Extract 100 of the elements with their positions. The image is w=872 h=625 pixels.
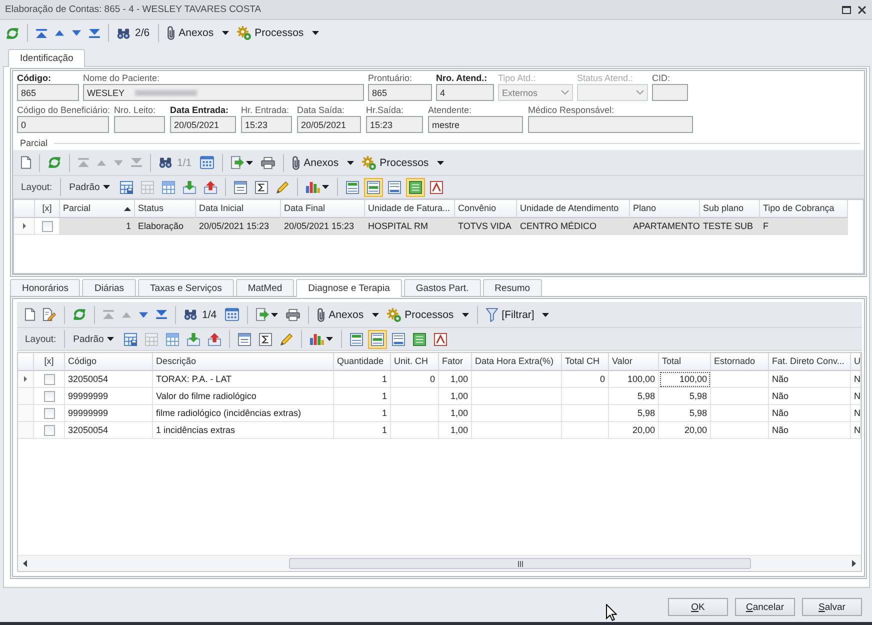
binoculars-icon[interactable] xyxy=(184,309,197,320)
table-row[interactable]: 32050054 TORAX: P.A. - LAT 1 0 1,00 0 100,00 100,00 Não N xyxy=(18,371,861,388)
row-header-cell[interactable] xyxy=(18,388,34,405)
checkbox[interactable] xyxy=(44,374,54,384)
page-pencil-icon[interactable] xyxy=(43,308,56,321)
row-header-cell[interactable] xyxy=(18,371,34,388)
table-row[interactable]: 32050054 1 incidências extras 1 1,00 20,00 20,00 Não N xyxy=(18,422,861,439)
table-icon[interactable] xyxy=(162,180,175,194)
table-row[interactable]: 99999999 filme radiológico (incidências extras) 1 1,00 5,98 5,98 Não N xyxy=(18,405,861,422)
pencil-icon[interactable] xyxy=(276,180,289,194)
binoculars-icon[interactable] xyxy=(117,28,130,38)
text-field[interactable]: mestre xyxy=(428,116,523,133)
caret-icon[interactable] xyxy=(326,337,333,341)
close-icon[interactable] xyxy=(858,6,866,14)
layout-dropdown[interactable]: Padrão xyxy=(69,182,110,192)
arrow-to-bottom-icon[interactable] xyxy=(89,28,100,38)
upload-icon[interactable] xyxy=(208,332,221,346)
columns-icon[interactable] xyxy=(234,180,247,194)
text-field[interactable]: 865 xyxy=(17,84,79,101)
dialog-button[interactable]: OK xyxy=(668,598,728,616)
column-header[interactable]: Descrição xyxy=(153,353,334,371)
down-triangle-icon[interactable] xyxy=(72,30,81,36)
column-header[interactable]: Sub plano xyxy=(700,200,760,218)
bar-chart-icon[interactable] xyxy=(310,333,324,345)
refresh-icon[interactable] xyxy=(48,156,61,169)
column-header[interactable]: Total CH xyxy=(562,353,609,371)
arrow-to-top-icon[interactable] xyxy=(36,28,47,38)
horizontal-scrollbar[interactable] xyxy=(18,555,861,571)
binoculars-icon[interactable] xyxy=(159,157,172,168)
checkbox[interactable] xyxy=(44,390,54,402)
text-field[interactable]: 15:23 xyxy=(366,116,423,133)
checkbox[interactable] xyxy=(42,220,52,232)
column-header[interactable]: Código xyxy=(65,353,153,371)
text-field[interactable] xyxy=(114,116,165,133)
attachments-menu-button[interactable]: Anexos xyxy=(162,22,233,44)
column-header[interactable]: Unidade de Fatura... xyxy=(365,200,455,218)
scroll-left-icon[interactable] xyxy=(23,560,27,567)
printer-icon[interactable] xyxy=(260,156,275,168)
scrollbar-thumb[interactable] xyxy=(289,558,751,569)
calendar-grid-icon[interactable] xyxy=(200,156,214,169)
checkbox[interactable] xyxy=(44,424,54,436)
scroll-right-icon[interactable] xyxy=(852,560,856,567)
column-header[interactable]: Data Hora Extra(%) xyxy=(472,353,562,371)
column-header[interactable]: Valor xyxy=(609,353,659,371)
column-header[interactable]: Fat. Direto Conv... xyxy=(769,353,851,371)
column-header[interactable]: Data Inicial xyxy=(196,200,281,218)
column-header[interactable]: [x] xyxy=(34,353,65,371)
upload-icon[interactable] xyxy=(204,180,217,194)
filter-menu-button[interactable]: [Filtrar] xyxy=(482,304,554,326)
pencil-icon[interactable] xyxy=(280,332,293,346)
table-row[interactable]: 1 Elaboração 20/05/2021 15:23 20/05/2021 15:23 HOSPITAL RM TOTVS VIDA CENTRO MÉDICO APARTAMENTO TESTE SUB F xyxy=(14,218,848,235)
column-header[interactable]: Parcial xyxy=(60,200,135,218)
sigma-icon[interactable] xyxy=(254,180,268,194)
attachments-menu-button[interactable]: Anexos xyxy=(312,304,383,326)
text-field[interactable] xyxy=(528,116,693,133)
view-toggle-button[interactable] xyxy=(368,330,387,348)
column-header[interactable]: Plano xyxy=(630,200,700,218)
tab[interactable]: Honorários xyxy=(10,279,80,296)
bar-chart-icon[interactable] xyxy=(306,181,320,193)
column-header[interactable]: Fator xyxy=(439,353,472,371)
caret-icon[interactable] xyxy=(270,312,278,316)
row-header-cell[interactable] xyxy=(18,405,34,422)
column-header[interactable]: U xyxy=(851,353,861,371)
column-header[interactable]: Unit. CH xyxy=(391,353,439,371)
columns-icon[interactable] xyxy=(238,332,251,346)
view-toggle-button[interactable] xyxy=(364,178,383,196)
column-header[interactable]: Estornado xyxy=(711,353,769,371)
column-header[interactable]: Convênio xyxy=(455,200,517,218)
column-header[interactable]: Data Final xyxy=(281,200,365,218)
text-field[interactable]: 20/05/2021 xyxy=(170,116,236,133)
column-header[interactable]: Tipo de Cobrança xyxy=(760,200,848,218)
refresh-icon[interactable] xyxy=(73,308,86,321)
dialog-button[interactable]: Salvar xyxy=(802,598,862,616)
tab[interactable]: Gastos Part. xyxy=(404,279,481,296)
download-icon[interactable] xyxy=(182,180,196,194)
printer-icon[interactable] xyxy=(286,308,300,320)
calendar-grid-icon[interactable] xyxy=(224,308,239,321)
processes-menu-button[interactable]: Processos xyxy=(382,304,473,326)
up-triangle-icon[interactable] xyxy=(55,30,64,36)
text-field[interactable]: 20/05/2021 xyxy=(297,116,361,133)
attachments-menu-button[interactable]: Anexos xyxy=(288,152,358,174)
text-field[interactable]: 15:23 xyxy=(241,116,292,133)
caret-icon[interactable] xyxy=(322,185,329,189)
tab[interactable]: Taxas e Serviços xyxy=(138,279,234,296)
table-row[interactable]: 99999999 Valor do filme radiológico 1 1,00 5,98 5,98 Não N xyxy=(18,388,861,405)
down-triangle-icon[interactable] xyxy=(139,312,148,318)
checkbox[interactable] xyxy=(44,408,54,418)
view-toggle-button[interactable] xyxy=(406,178,425,196)
column-header[interactable]: Quantidade xyxy=(334,353,391,371)
processes-menu-button[interactable]: Processos xyxy=(358,152,448,174)
column-header[interactable]: Status xyxy=(135,200,196,218)
tab[interactable]: Resumo xyxy=(482,279,542,296)
row-header-cell[interactable] xyxy=(14,218,35,235)
refresh-icon[interactable] xyxy=(6,26,19,40)
arrow-to-bottom-icon[interactable] xyxy=(156,310,167,319)
blank-page-icon[interactable] xyxy=(21,156,31,169)
text-field[interactable]: 4 xyxy=(436,84,494,101)
maximize-icon[interactable] xyxy=(842,6,851,14)
processes-menu-button[interactable]: Processos xyxy=(232,22,323,44)
download-icon[interactable] xyxy=(186,332,200,346)
